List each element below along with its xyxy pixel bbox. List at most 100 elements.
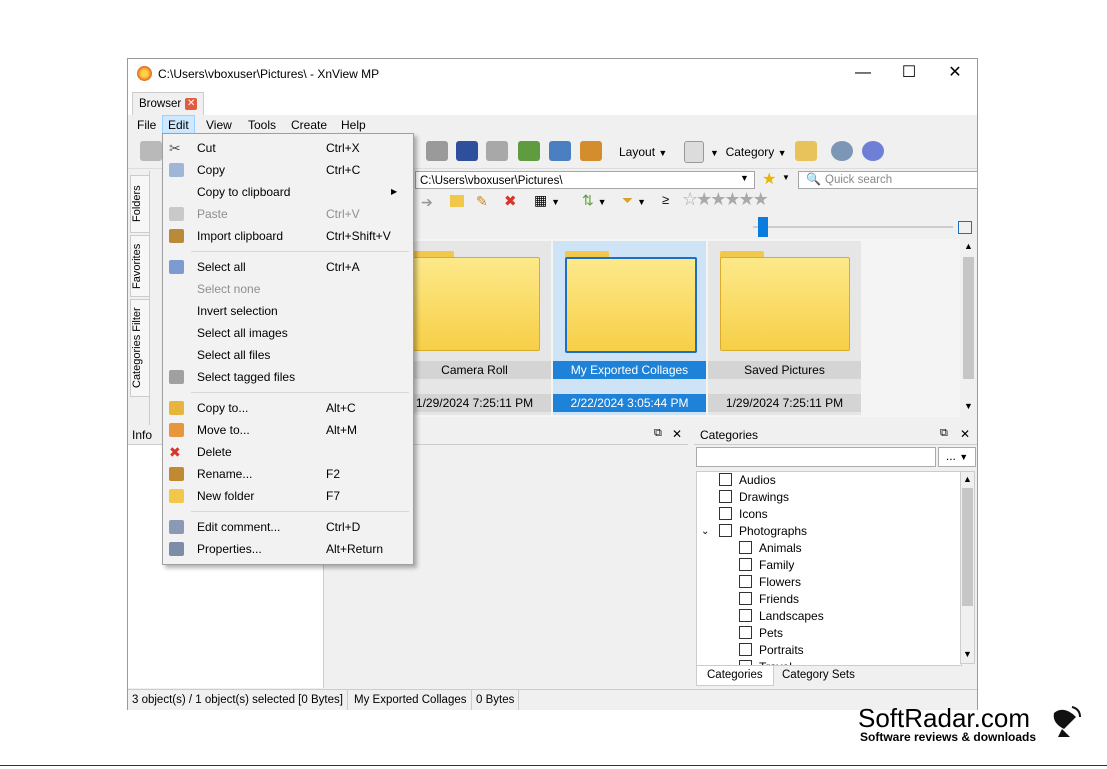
scroll-up-icon[interactable]: ▲ [963, 474, 972, 484]
help-icon[interactable] [862, 141, 884, 161]
category-filter-input[interactable] [696, 447, 936, 467]
scroll-thumb[interactable] [963, 257, 974, 379]
menu-item-properties[interactable]: Properties... Alt+Return [163, 538, 411, 560]
menu-item-select-tagged-files[interactable]: Select tagged files [163, 366, 411, 388]
tab-close-icon[interactable]: ✕ [185, 97, 198, 110]
menu-item-invert-selection[interactable]: Invert selection [163, 300, 411, 322]
menu-item-delete[interactable]: ✖ Delete [163, 441, 411, 463]
category-item[interactable]: Landscapes [697, 608, 961, 625]
menu-item-select-all-files[interactable]: Select all files [163, 344, 411, 366]
zoom-fit-icon[interactable] [958, 221, 972, 234]
category-item[interactable]: Friends [697, 591, 961, 608]
category-checkbox[interactable] [739, 609, 752, 623]
category-item[interactable]: ⌄ Photographs [697, 523, 961, 540]
dock-icon[interactable]: ⧉ [654, 427, 662, 440]
side-tab-folders[interactable]: Folders [130, 175, 150, 233]
close-icon[interactable]: ✕ [672, 427, 682, 441]
thumbnail-scrollbar[interactable]: ▲ ▼ [960, 239, 977, 417]
category-checkbox[interactable] [739, 643, 752, 657]
category-options-button[interactable]: ... ▼ [938, 447, 976, 467]
maximize-button[interactable]: ☐ [886, 59, 932, 89]
menu-item-edit-comment[interactable]: Edit comment... Ctrl+D [163, 516, 411, 538]
category-item[interactable]: Portraits [697, 642, 961, 659]
menu-item-select-all[interactable]: Select all Ctrl+A [163, 256, 411, 278]
menu-item-rename[interactable]: Rename... F2 [163, 463, 411, 485]
expand-chevron-icon[interactable]: ⌄ [701, 523, 709, 540]
category-checkbox[interactable] [719, 473, 732, 487]
delete-icon[interactable]: ✖ [504, 192, 517, 210]
capture-icon[interactable] [549, 141, 571, 161]
category-checkbox[interactable] [739, 575, 752, 589]
category-button[interactable]: ▼ Category ▼ [710, 145, 787, 159]
category-item[interactable]: Family [697, 557, 961, 574]
category-item[interactable]: Pets [697, 625, 961, 642]
tree-icon[interactable] [795, 141, 817, 161]
menu-item-import-clipboard[interactable]: Import clipboard Ctrl+Shift+V [163, 225, 411, 247]
print-icon[interactable] [426, 141, 448, 161]
menu-file[interactable]: File [132, 116, 161, 134]
category-item[interactable]: Icons [697, 506, 961, 523]
address-bar[interactable]: C:\Users\vboxuser\Pictures\ [415, 171, 755, 189]
scan-icon[interactable] [456, 141, 478, 161]
category-checkbox[interactable] [719, 524, 732, 538]
scroll-down-icon[interactable]: ▼ [963, 649, 972, 659]
side-tab-categories-filter[interactable]: Categories Filter [130, 299, 150, 397]
scroll-up-icon[interactable]: ▲ [964, 241, 973, 251]
view-icon[interactable] [140, 141, 162, 161]
thumbnail-item[interactable]: Saved Pictures 1/29/2024 7:25:11 PM [708, 241, 861, 415]
menu-item-copy-to-clipboard[interactable]: Copy to clipboard ▶ [163, 181, 411, 203]
tab-category-sets[interactable]: Category Sets [772, 666, 865, 685]
minimize-button[interactable]: — [840, 59, 886, 89]
category-item[interactable]: Drawings [697, 489, 961, 506]
tab-browser[interactable]: Browser ✕ [132, 92, 205, 115]
menu-view[interactable]: View [201, 116, 237, 134]
menu-item-new-folder[interactable]: New folder F7 [163, 485, 411, 507]
menu-item-paste[interactable]: Paste Ctrl+V [163, 203, 411, 225]
scroll-thumb[interactable] [962, 488, 973, 606]
menu-tools[interactable]: Tools [243, 116, 281, 134]
rating-stars[interactable]: ☆★★★★★ [682, 189, 769, 210]
menu-item-select-all-images[interactable]: Select all images [163, 322, 411, 344]
rating-compare[interactable]: ≥ [662, 192, 669, 207]
sort-icon[interactable]: ⇅ ▼ [582, 192, 607, 209]
menu-item-copy[interactable]: Copy Ctrl+C [163, 159, 411, 181]
menu-item-select-none[interactable]: Select none [163, 278, 411, 300]
category-checkbox[interactable] [739, 592, 752, 606]
category-checkbox[interactable] [719, 507, 732, 521]
dock-icon[interactable]: ⧉ [940, 427, 948, 440]
category-item[interactable]: Audios [697, 472, 961, 489]
batch-icon[interactable] [684, 141, 704, 163]
star-icon[interactable]: ★ [762, 169, 776, 189]
filter-icon[interactable]: ⏷ ▼ [622, 192, 646, 209]
thumbnail-item[interactable]: Camera Roll 1/29/2024 7:25:11 PM [398, 241, 551, 415]
menu-help[interactable]: Help [336, 116, 371, 134]
quick-search-input[interactable]: Quick search [798, 171, 978, 189]
export-icon[interactable] [518, 141, 540, 161]
grid-view-icon[interactable]: ▦ ▼ [534, 192, 560, 209]
menu-item-copy-to[interactable]: Copy to... Alt+C [163, 397, 411, 419]
category-item[interactable]: Flowers [697, 574, 961, 591]
category-scrollbar[interactable]: ▲ ▼ [960, 471, 975, 664]
layout-button[interactable]: Layout ▼ [619, 145, 667, 159]
folder-icon[interactable] [450, 195, 464, 207]
zoom-slider-thumb[interactable] [758, 217, 768, 237]
thumbnail-item[interactable]: My Exported Collages 2/22/2024 3:05:44 P… [553, 241, 706, 415]
close-icon[interactable]: ✕ [960, 427, 970, 441]
category-item[interactable]: Travel [697, 659, 961, 665]
forward-icon[interactable]: ➔ [421, 194, 433, 211]
category-checkbox[interactable] [739, 558, 752, 572]
side-tab-favorites[interactable]: Favorites [130, 235, 150, 297]
slideshow-icon[interactable] [580, 141, 602, 161]
address-dropdown-icon[interactable]: ▼ [740, 173, 749, 183]
category-checkbox[interactable] [739, 626, 752, 640]
close-button[interactable]: ✕ [932, 59, 978, 89]
scroll-down-icon[interactable]: ▼ [964, 401, 973, 411]
menu-edit[interactable]: Edit [162, 115, 195, 135]
category-checkbox[interactable] [719, 490, 732, 504]
gear-icon[interactable] [831, 141, 853, 161]
menu-create[interactable]: Create [286, 116, 332, 134]
tab-categories[interactable]: Categories [696, 666, 774, 686]
menu-item-move-to[interactable]: Move to... Alt+M [163, 419, 411, 441]
menu-item-cut[interactable]: ✂ Cut Ctrl+X [163, 137, 411, 159]
star-dropdown-icon[interactable]: ▼ [782, 173, 790, 182]
